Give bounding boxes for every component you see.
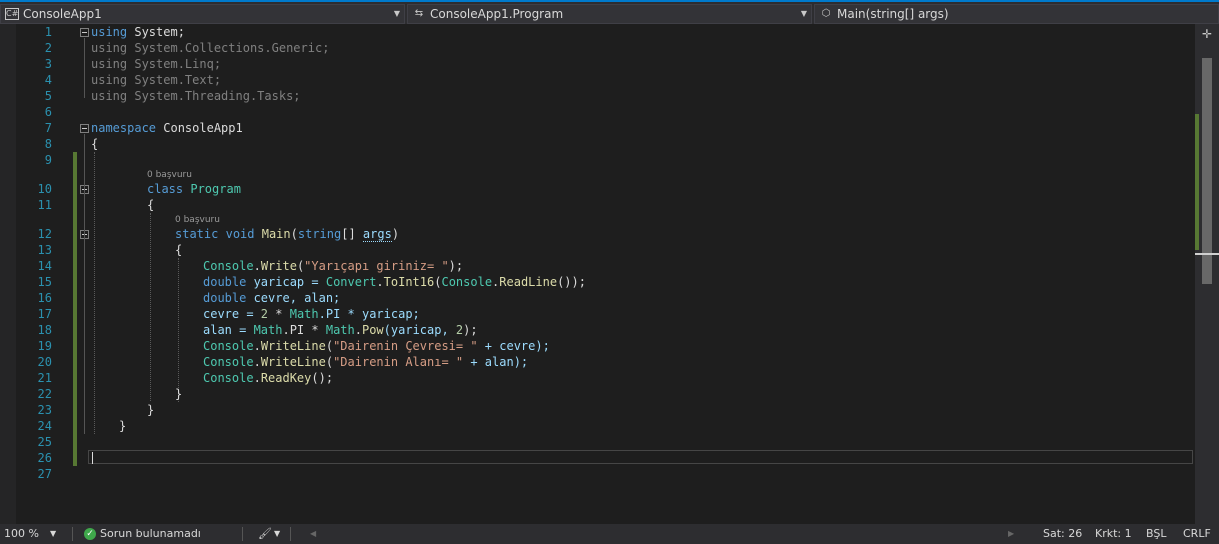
line-number: 1 bbox=[44, 25, 52, 39]
code-line: using System; bbox=[91, 25, 185, 39]
line-number: 15 bbox=[37, 275, 52, 289]
line-number: 4 bbox=[44, 73, 52, 87]
change-tracking-bar bbox=[73, 152, 77, 466]
zoom-level[interactable]: 100 % bbox=[4, 524, 39, 544]
line-number: 9 bbox=[44, 153, 52, 167]
line-number: 11 bbox=[37, 198, 52, 212]
indent-guide bbox=[94, 152, 95, 434]
code-line: Console.WriteLine("Dairenin Alanı= " + a… bbox=[203, 355, 529, 369]
line-number: 21 bbox=[37, 371, 52, 385]
issues-status[interactable]: Sorun bulunamadı bbox=[100, 524, 201, 544]
code-line: Console.WriteLine("Dairenin Çevresi= " +… bbox=[203, 339, 550, 353]
text-caret bbox=[92, 452, 93, 464]
insert-mode-indicator[interactable]: BŞL bbox=[1146, 524, 1166, 544]
member-dropdown[interactable]: ⬡ Main(string[] args) bbox=[814, 4, 1219, 24]
line-number: 12 bbox=[37, 227, 52, 241]
line-number: 6 bbox=[44, 105, 52, 119]
code-line: static void Main(string[] args) bbox=[175, 227, 400, 242]
scroll-left-icon[interactable]: ◀ bbox=[310, 524, 316, 544]
vertical-scrollbar[interactable]: ✛ bbox=[1195, 24, 1219, 524]
line-number: 14 bbox=[37, 259, 52, 273]
brush-icon[interactable]: 🖌 bbox=[258, 524, 272, 544]
line-number: 10 bbox=[37, 182, 52, 196]
caret-position-marker bbox=[1195, 253, 1219, 255]
project-dropdown[interactable]: C# ConsoleApp1 ▼ bbox=[0, 4, 405, 24]
codelens-references[interactable]: 0 başvuru bbox=[147, 169, 192, 181]
project-name: ConsoleApp1 bbox=[23, 7, 102, 21]
line-number: 20 bbox=[37, 355, 52, 369]
code-line: class Program bbox=[147, 182, 241, 196]
line-number: 5 bbox=[44, 89, 52, 103]
collapse-icon[interactable] bbox=[80, 124, 89, 133]
indicator-margin bbox=[0, 24, 16, 524]
fold-line bbox=[84, 134, 85, 434]
code-editor[interactable]: 1 2 3 4 5 6 7 8 9 10 11 12 13 14 15 16 1… bbox=[0, 24, 1219, 524]
code-line: using System.Text; bbox=[91, 73, 222, 87]
line-number: 3 bbox=[44, 57, 52, 71]
line-number: 2 bbox=[44, 41, 52, 55]
code-line: } bbox=[175, 387, 183, 401]
indent-guide bbox=[150, 213, 151, 401]
line-number: 22 bbox=[37, 387, 52, 401]
current-line-highlight bbox=[88, 450, 1193, 464]
change-marker bbox=[1195, 114, 1199, 250]
chevron-down-icon: ▼ bbox=[393, 9, 400, 18]
line-number: 7 bbox=[44, 121, 52, 135]
type-dropdown[interactable]: ⇆ ConsoleApp1.Program ▼ bbox=[407, 4, 812, 24]
type-name: ConsoleApp1.Program bbox=[430, 7, 564, 21]
scroll-right-icon[interactable]: ▶ bbox=[1008, 524, 1014, 544]
indent-guide bbox=[178, 258, 179, 402]
column-indicator[interactable]: Krkt: 1 bbox=[1095, 524, 1132, 544]
code-line: } bbox=[119, 419, 127, 433]
code-line: namespace ConsoleApp1 bbox=[91, 121, 243, 135]
line-number: 8 bbox=[44, 137, 52, 151]
class-icon: ⇆ bbox=[414, 8, 424, 19]
navigation-bar: C# ConsoleApp1 ▼ ⇆ ConsoleApp1.Program ▼… bbox=[0, 0, 1219, 24]
code-line: { bbox=[175, 243, 183, 257]
split-icon[interactable]: ✛ bbox=[1201, 28, 1213, 40]
code-line: } bbox=[147, 403, 155, 417]
collapse-icon[interactable] bbox=[80, 28, 89, 37]
fold-line bbox=[84, 38, 85, 98]
divider bbox=[72, 527, 73, 541]
check-circle-icon: ✓ bbox=[84, 528, 96, 540]
csharp-project-icon: C# bbox=[5, 8, 19, 20]
line-number: 24 bbox=[37, 419, 52, 433]
line-number: 18 bbox=[37, 323, 52, 337]
divider bbox=[242, 527, 243, 541]
code-line: cevre = 2 * Math.PI * yaricap; bbox=[203, 307, 420, 321]
line-number: 23 bbox=[37, 403, 52, 417]
chevron-down-icon[interactable]: ▼ bbox=[50, 524, 56, 544]
divider bbox=[290, 527, 291, 541]
code-line: using System.Collections.Generic; bbox=[91, 41, 330, 55]
code-line: Console.ReadKey(); bbox=[203, 371, 334, 385]
line-number: 27 bbox=[37, 467, 52, 481]
code-line: using System.Linq; bbox=[91, 57, 222, 71]
line-number: 16 bbox=[37, 291, 52, 305]
editor-status-bar: 100 % ▼ ✓ Sorun bulunamadı 🖌 ▼ ◀ ▶ Sat: … bbox=[0, 524, 1219, 544]
chevron-down-icon: ▼ bbox=[800, 9, 807, 18]
scrollbar-thumb[interactable] bbox=[1202, 58, 1212, 284]
codelens-references[interactable]: 0 başvuru bbox=[175, 214, 220, 226]
line-number: 17 bbox=[37, 307, 52, 321]
line-ending-indicator[interactable]: CRLF bbox=[1183, 524, 1211, 544]
chevron-down-icon[interactable]: ▼ bbox=[274, 524, 280, 544]
method-icon: ⬡ bbox=[821, 8, 831, 19]
line-number: 19 bbox=[37, 339, 52, 353]
code-line: double yaricap = Convert.ToInt16(Console… bbox=[203, 275, 586, 289]
line-indicator[interactable]: Sat: 26 bbox=[1043, 524, 1082, 544]
code-line: using System.Threading.Tasks; bbox=[91, 89, 301, 103]
code-line: Console.Write("Yarıçapı giriniz= "); bbox=[203, 259, 464, 273]
line-number: 25 bbox=[37, 435, 52, 449]
line-number: 26 bbox=[37, 451, 52, 465]
member-name: Main(string[] args) bbox=[837, 7, 949, 21]
code-line: double cevre, alan; bbox=[203, 291, 341, 305]
code-line: { bbox=[147, 198, 155, 212]
code-line: alan = Math.PI * Math.Pow(yaricap, 2); bbox=[203, 323, 478, 337]
line-number: 13 bbox=[37, 243, 52, 257]
code-line: { bbox=[91, 137, 99, 151]
